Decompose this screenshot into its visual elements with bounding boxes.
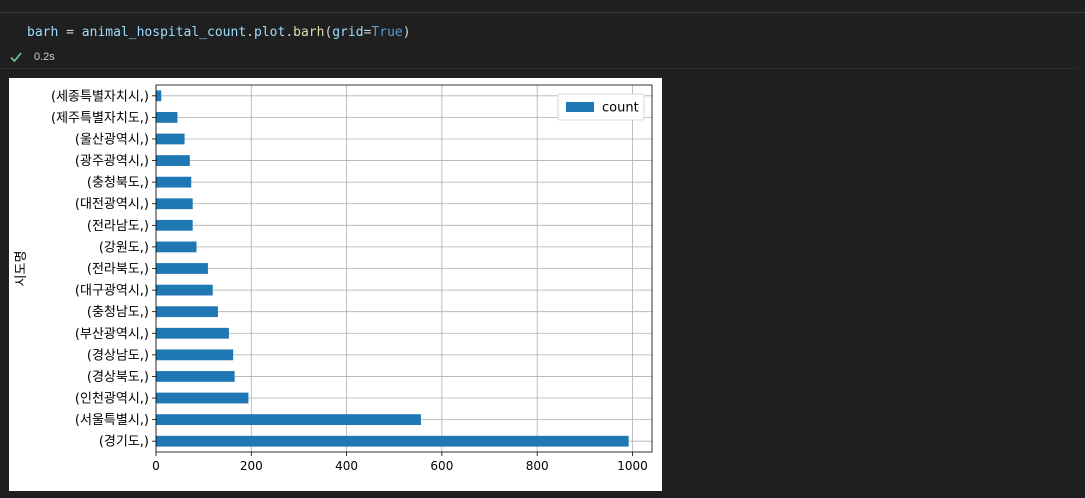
x-tick-label-5: 1000 xyxy=(617,459,648,473)
code-token-paren-close: ) xyxy=(402,25,411,40)
bar-12 xyxy=(156,176,192,188)
y-tick-label-14: (울산광역시,) xyxy=(75,132,149,147)
code-token-object: animal_hospital_count xyxy=(81,25,247,40)
bar-16 xyxy=(156,90,162,102)
code-line[interactable]: barh = animal_hospital_count.plot.barh(g… xyxy=(27,25,411,40)
y-tick-label-0: (경기도,) xyxy=(99,435,149,450)
y-tick-label-16: (세종특별자치시,) xyxy=(51,89,149,104)
y-tick-label-3: (경상북도,) xyxy=(87,370,149,385)
barh-chart: (경기도,) (서울특별시,) (인천광역시,) (경상북도,) (경상남도,) (부산광… xyxy=(14,84,653,473)
bar-8 xyxy=(156,263,208,274)
y-tick-label-5: (부산광역시,) xyxy=(75,327,149,342)
y-tick-label-11: (대전광역시,) xyxy=(75,197,149,212)
x-tick-label-4: 800 xyxy=(526,459,549,473)
cell-output: (경기도,) (서울특별시,) (인천광역시,) (경상북도,) (경상남도,) (부산광… xyxy=(9,78,662,491)
bar-13 xyxy=(156,155,190,166)
y-tick-label-1: (서울특별시,) xyxy=(75,413,149,428)
y-tick-label-2: (인천광역시,) xyxy=(75,392,149,407)
bar-3 xyxy=(156,371,235,382)
code-token-attr: plot xyxy=(254,25,286,40)
y-tick-label-15: (제주특별자치도,) xyxy=(51,111,149,126)
bar-5 xyxy=(156,327,229,339)
x-tick-label-3: 600 xyxy=(430,459,453,473)
bar-15 xyxy=(156,111,178,123)
code-token-dot: . xyxy=(246,25,254,40)
bar-1 xyxy=(156,414,421,426)
code-token-function: barh xyxy=(293,25,325,40)
bar-14 xyxy=(156,133,185,145)
y-axis-label: 시도명 xyxy=(14,251,29,287)
code-token-dot: . xyxy=(285,25,294,40)
code-token-true: True xyxy=(371,25,403,40)
bar-11 xyxy=(156,198,193,210)
y-tick-label-6: (충청남도,) xyxy=(87,305,149,320)
execution-time: 0.2s xyxy=(34,51,55,63)
y-tick-label-8: (전라북도,) xyxy=(87,262,149,277)
code-token-kwarg: grid xyxy=(332,25,364,40)
code-token-assign: = xyxy=(58,25,82,40)
legend-label: count xyxy=(602,101,639,116)
bar-9 xyxy=(156,241,197,253)
y-tick-label-7: (대구광역시,) xyxy=(75,284,149,299)
y-tick-label-12: (충청북도,) xyxy=(87,176,149,191)
y-tick-label-9: (강원도,) xyxy=(99,240,149,255)
bar-2 xyxy=(156,392,249,404)
check-icon xyxy=(10,52,22,63)
x-tick-label-0: 0 xyxy=(152,459,160,473)
bar-10 xyxy=(156,219,193,231)
y-tick-label-13: (광주광역시,) xyxy=(75,154,149,169)
bar-4 xyxy=(156,349,234,361)
y-tick-label-10: (전라남도,) xyxy=(87,219,149,234)
x-tick-label-1: 200 xyxy=(240,459,263,473)
y-tick-label-4: (경상남도,) xyxy=(87,348,149,363)
execution-status: 0.2s xyxy=(0,50,1085,68)
bar-6 xyxy=(156,306,218,318)
bar-0 xyxy=(156,435,629,447)
bar-7 xyxy=(156,284,213,296)
code-token-var: barh xyxy=(27,25,59,40)
scrollbar[interactable] xyxy=(1077,13,1085,498)
output-divider xyxy=(0,68,1085,69)
x-tick-label-2: 400 xyxy=(335,459,358,473)
legend-swatch xyxy=(566,102,594,112)
